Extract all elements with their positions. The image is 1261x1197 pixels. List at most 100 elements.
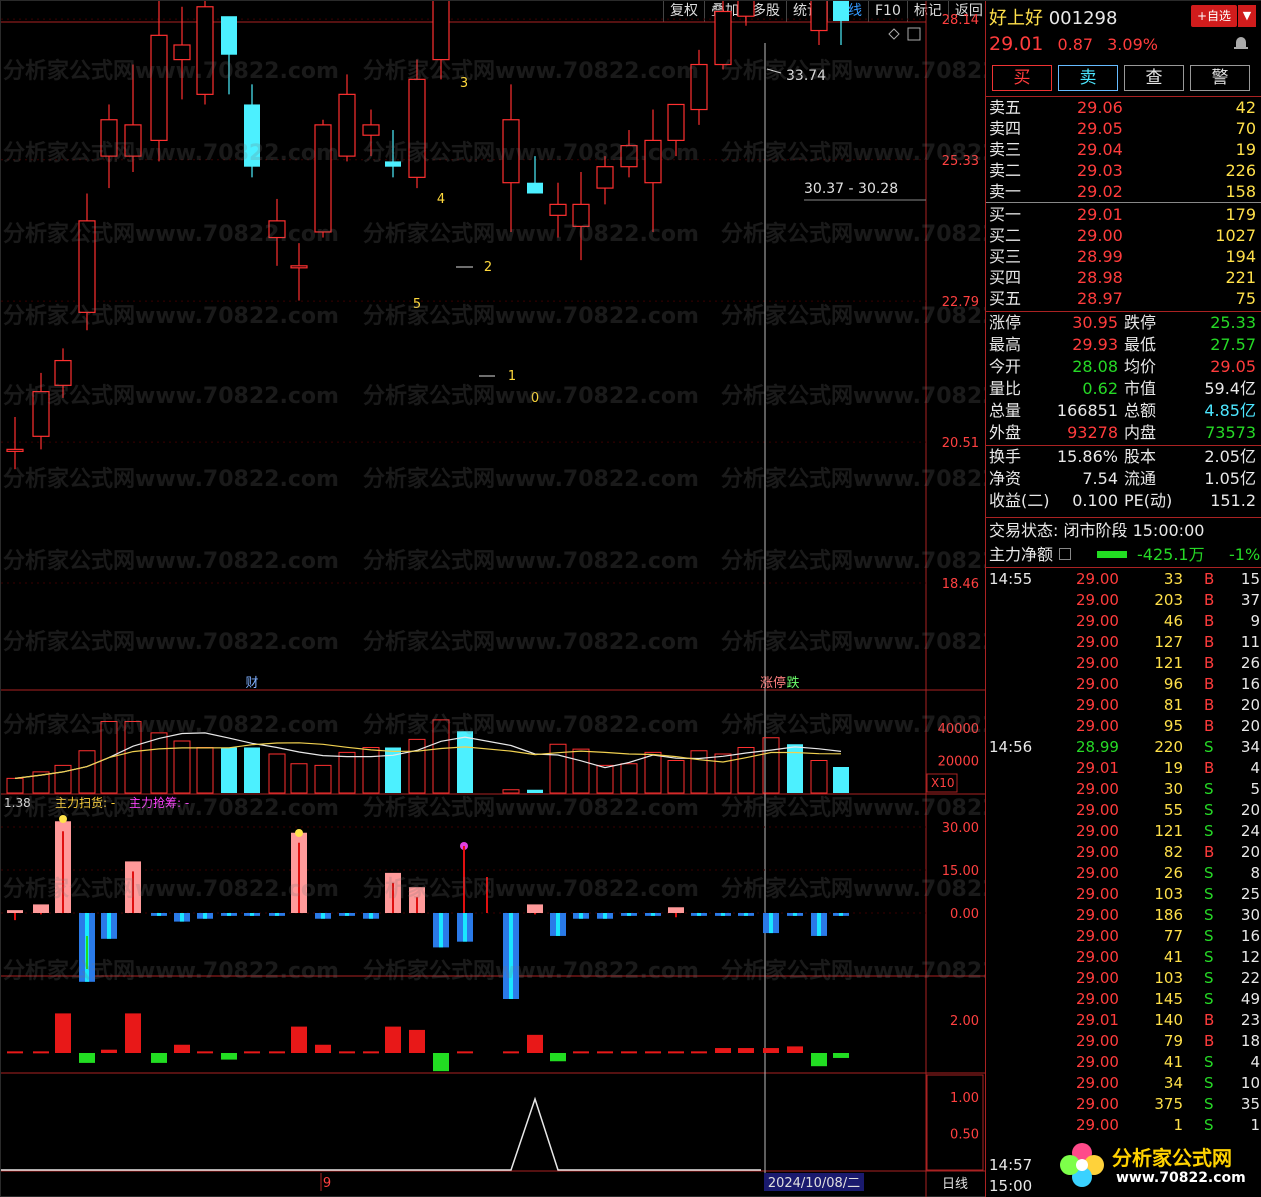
indicator-core	[369, 913, 373, 919]
stat-row: 净资 7.54 流通 1.05亿	[989, 468, 1256, 489]
tick-volume: 145	[1154, 990, 1183, 1008]
book-separator	[986, 202, 1261, 203]
tick-count: 30	[1240, 906, 1260, 924]
signal-dot	[295, 829, 303, 837]
candle-body	[338, 93, 356, 157]
tick-side: B	[1204, 1032, 1215, 1050]
bid-volume: 221	[1225, 268, 1256, 287]
tick-row: 29.00 77 S 16	[986, 926, 1261, 947]
stat-value: 0.100	[1072, 491, 1118, 510]
tick-count: 20	[1240, 696, 1260, 714]
menu-chevron-icon[interactable]: ▼	[1238, 5, 1256, 27]
tick-side: S	[1204, 927, 1214, 945]
indicator2-bar	[457, 1051, 473, 1054]
stat-value: 30.95	[1072, 313, 1118, 332]
tick-count: 20	[1240, 801, 1260, 819]
date-label: 2024/10/08/二	[768, 1176, 860, 1191]
indicator2-bar	[197, 1051, 213, 1054]
tick-side: B	[1204, 591, 1215, 609]
stats-separator	[986, 445, 1261, 446]
tick-price: 29.00	[1076, 864, 1119, 882]
indicator-core	[463, 913, 467, 942]
volume-bar	[314, 764, 332, 794]
watch-label: +自选	[1196, 9, 1232, 23]
tick-volume: 121	[1154, 654, 1183, 672]
indicator-bar	[668, 907, 684, 913]
volume-unit: X10	[931, 776, 955, 790]
tick-side: B	[1204, 696, 1215, 714]
ask-volume: 42	[1235, 98, 1256, 117]
stat-value: 2.05亿	[1204, 447, 1256, 466]
candle-body	[572, 203, 590, 227]
alert-button[interactable]: 警	[1190, 65, 1250, 91]
watch-button[interactable]: +自选	[1191, 5, 1237, 27]
indicator-core	[275, 913, 279, 916]
list-icon[interactable]	[1059, 548, 1071, 560]
tick-volume: 140	[1154, 1011, 1183, 1029]
indicator-core	[180, 913, 184, 922]
fin-marker: 财	[245, 676, 258, 691]
ask-price: 29.04	[1077, 140, 1123, 159]
kline-chart[interactable]: 30.9528.1425.3322.7920.5118.4629.1433.74…	[1, 1, 985, 1197]
bid-price: 29.01	[1077, 205, 1123, 224]
tick-price: 29.00	[1076, 1032, 1119, 1050]
bid-row: 买一 29.01 179	[989, 204, 1256, 225]
tick-count: 8	[1250, 864, 1260, 882]
volume-bar	[667, 760, 685, 794]
ask-row: 卖一 29.02 158	[989, 181, 1256, 202]
indicator2-bar	[738, 1048, 754, 1053]
buy-button[interactable]: 买	[992, 65, 1052, 91]
stat-label: 流通	[1124, 469, 1157, 488]
volume-ma-line	[14, 732, 842, 779]
tick-price: 29.00	[1076, 1074, 1119, 1092]
stat-label: 总量	[989, 401, 1022, 420]
sell-button[interactable]: 卖	[1058, 65, 1118, 91]
indicator2-bar	[433, 1053, 449, 1072]
ask-row: 卖二 29.03 226	[989, 160, 1256, 181]
volume-bar	[54, 764, 72, 794]
tick-price: 28.99	[1076, 738, 1119, 756]
indicator-prefix: 1.38	[4, 796, 31, 810]
indicator-axis-label: 15.00	[942, 864, 979, 879]
tick-side: S	[1204, 948, 1214, 966]
tick-side: S	[1204, 1053, 1214, 1071]
tick-volume: 46	[1163, 612, 1183, 630]
signal-dot	[59, 815, 67, 823]
tick-count: 9	[1250, 612, 1260, 630]
candle-body	[150, 34, 168, 142]
tick-volume: 34	[1163, 1074, 1183, 1092]
indicator2-bar	[715, 1048, 731, 1053]
tick-row: 14:56 28.99 220 S 34	[986, 737, 1261, 758]
bid-volume: 179	[1225, 205, 1256, 224]
stat-label: 净资	[989, 469, 1022, 488]
main-flow-row: 主力净额 -425.1万 -1%	[989, 545, 1261, 564]
indicator2-bar	[550, 1053, 566, 1062]
candle-body	[362, 124, 380, 136]
indicator-core	[603, 913, 607, 919]
stat-value: 0.62	[1082, 379, 1118, 398]
tick-row: 29.00 96 B 16	[986, 674, 1261, 695]
indicator-core	[651, 913, 655, 916]
tick-count: 23	[1240, 1011, 1260, 1029]
tick-volume: 1	[1173, 1116, 1183, 1134]
volume-bar	[572, 748, 590, 794]
pattern-label: 0	[531, 391, 539, 406]
ask-row: 卖三 29.04 19	[989, 139, 1256, 160]
indicator2-bar	[527, 1034, 543, 1053]
query-button[interactable]: 查	[1124, 65, 1184, 91]
volume-bar	[78, 750, 96, 794]
volume-bar	[290, 763, 308, 794]
indicator-core	[556, 913, 560, 936]
indicator2-bar	[668, 1051, 684, 1054]
bid-row: 买二 29.00 1027	[989, 225, 1256, 246]
tick-side: S	[1204, 822, 1214, 840]
volume-bar	[268, 753, 286, 794]
tick-row: 29.00 26 S 8	[986, 863, 1261, 884]
tick-price: 29.00	[1076, 633, 1119, 651]
high-label: 33.74	[786, 68, 826, 84]
bid-volume: 194	[1225, 247, 1256, 266]
bell-icon[interactable]	[1234, 35, 1248, 51]
bid-price: 28.98	[1077, 268, 1123, 287]
tick-volume: 103	[1154, 969, 1183, 987]
ask-volume: 19	[1235, 140, 1256, 159]
